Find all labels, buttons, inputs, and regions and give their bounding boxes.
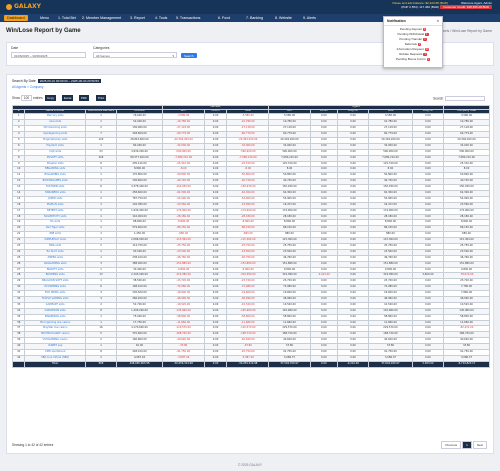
customer-credit-badge: Customer Credit: 948,396.28 BHD <box>440 5 492 9</box>
prev-page-button[interactable]: Previous <box>441 441 462 449</box>
next-page-button[interactable]: Next <box>472 441 487 449</box>
table-cell: -30,259,314.98 <box>161 360 205 368</box>
show-entries: Show 100 entries <box>12 95 43 101</box>
search-by-date: Search By Date 2025-06-01 00:00:00 ~ 2025… <box>12 79 101 83</box>
export-excel-button[interactable]: Excel <box>62 95 74 101</box>
menu-item-8[interactable]: 7. Banking <box>246 16 263 20</box>
export-copy-button[interactable]: Copy <box>45 95 57 101</box>
menu-item-6[interactable]: 5. Transactions <box>176 16 200 20</box>
menu-item-9[interactable]: 8. Website <box>275 16 292 20</box>
notification-count-badge: 24 <box>424 48 430 51</box>
notification-label: Pending Bonus Forms <box>395 57 426 61</box>
categories-value: All Games <box>96 54 110 58</box>
table-cell: 448,095,063.98 <box>116 360 163 368</box>
menu-item-10[interactable]: 9. Alerts <box>303 16 316 20</box>
date-range-input[interactable]: 01/06/2025 ~ 30/06/2025 <box>11 52 86 58</box>
top-header: GALAXY Pause and ads balance: $2,323.58 … <box>0 0 500 14</box>
table-search-input[interactable] <box>445 96 485 101</box>
table-cell <box>11 360 26 368</box>
notification-title: Notification <box>387 19 406 23</box>
table-cell: 808 <box>84 360 118 368</box>
notification-count-badge: 1 <box>423 53 427 56</box>
page-1-button[interactable]: 1 <box>462 441 472 449</box>
entries-select[interactable]: 100 <box>20 95 33 101</box>
table-cell: -4,210.00 <box>336 360 370 368</box>
table-body: 1 Mercury slots 1 76,600.00 -3,580.00 0.00 -3,… <box>11 113 490 368</box>
menu-item-4[interactable]: 3. Report <box>130 16 145 20</box>
table-cell: -30,259,314.98 <box>226 360 270 368</box>
notification-label: Referrals <box>404 42 417 46</box>
notification-count-badge: 1 <box>422 28 427 31</box>
table-head: Member Agent # Game Provider Total Active … <box>11 104 490 115</box>
menu-item-1[interactable]: Menu <box>40 16 49 20</box>
brand-logo[interactable]: GALAXY <box>6 3 41 10</box>
notification-item[interactable]: Pending Bonus Forms 1 <box>384 56 442 61</box>
logo-icon <box>6 3 12 10</box>
notification-count-badge: 1 <box>423 38 427 41</box>
notification-count-badge: 1 <box>426 58 431 61</box>
total-row: Total: 808 448,095,063.98 -30,259,314.98 0.0… <box>11 360 490 368</box>
report-card: Search By Date 2025-06-01 00:00:00 ~ 2025… <box>6 74 494 454</box>
menu-item-0[interactable]: Dashboard <box>4 15 28 21</box>
table-search-label: Search: <box>433 96 445 101</box>
table-cell: 37,604,920.97 <box>368 360 413 368</box>
page-title: Win/Lose Report by Game <box>6 28 81 34</box>
notification-header: Notification × <box>384 17 442 26</box>
notification-count-badge: 1 <box>425 33 429 36</box>
table-search: Search: <box>433 96 485 101</box>
agent-breadcrumb[interactable]: All Agents > Company <box>12 85 43 89</box>
notification-dropdown: Notification × Pending Deposit 1 Pending Wi… <box>383 16 443 68</box>
notification-count-badge: 2 <box>417 43 422 46</box>
showing-entries: Showing 1 to 42 of 42 entries <box>12 443 54 447</box>
show-prefix: Show <box>12 96 20 100</box>
search-by-date-label: Search By Date <box>12 79 36 83</box>
notification-label: Information Request <box>396 47 424 51</box>
menu-item-7[interactable]: 6. Fund <box>218 16 230 20</box>
search-button[interactable]: Search <box>181 52 197 58</box>
categories-label: Categories <box>93 46 110 50</box>
notification-list: Pending Deposit 1 Pending Withdrawal 1 Pendi… <box>384 26 442 61</box>
notification-label: Pending Transfer <box>399 37 423 41</box>
date-range-tag: 2025-06-01 00:00:00 ~ 2025-06-30 23:59:5… <box>37 79 101 83</box>
footer: © 2025 GALAXY <box>238 463 262 467</box>
categories-select[interactable]: All Games ▾ <box>93 52 177 58</box>
report-table: Member Agent # Game Provider Total Active … <box>11 104 490 368</box>
export-print-button[interactable]: Print <box>96 95 107 101</box>
notification-label: Pending Withdrawal <box>397 32 425 36</box>
table-cell: 0.00 <box>309 360 338 368</box>
table-cell: 37,594,700.97 <box>268 360 311 368</box>
show-suffix: entries <box>33 96 43 100</box>
pagination: Previous 1 Next <box>440 441 487 449</box>
menu-item-5[interactable]: 4. Tools <box>155 16 167 20</box>
table-cell: 2,363.00 <box>411 360 445 368</box>
table-cell: -6,710,823.17 <box>443 360 490 368</box>
close-icon[interactable]: × <box>437 18 439 23</box>
table-cell: 0.00 <box>203 360 228 368</box>
notification-label: Pending Deposit <box>399 27 422 31</box>
notification-label: Rebate Requests <box>399 52 423 56</box>
date-label: Date <box>11 46 19 50</box>
chevron-down-icon: ▾ <box>172 54 174 58</box>
menu-item-2[interactable]: 1. Total Bet <box>58 16 76 20</box>
game-provider-cell: Total: <box>24 360 86 368</box>
welcome-block: Welcome Agent, Admin Customer Credit: 94… <box>440 1 492 9</box>
menu-item-3[interactable]: 2. Member Management <box>82 16 121 20</box>
export-pdf-button[interactable]: PDF <box>79 95 89 101</box>
